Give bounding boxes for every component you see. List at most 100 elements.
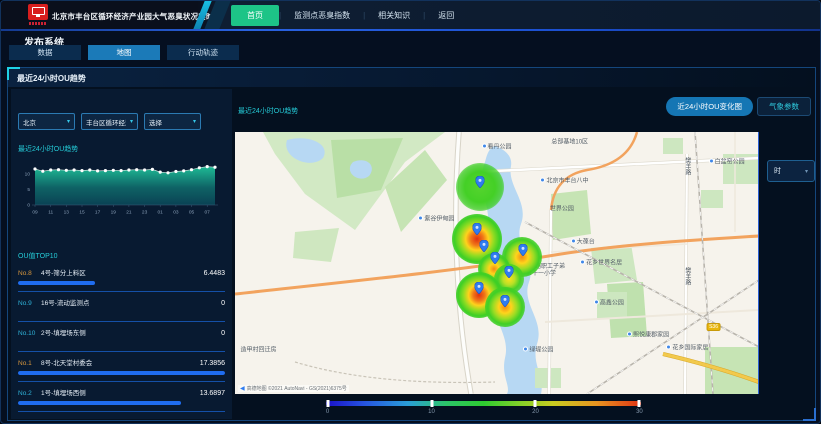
- nav-tab-3[interactable]: 相关知识: [365, 5, 423, 26]
- map-pin-icon[interactable]: [474, 281, 483, 293]
- top-list-item[interactable]: No.2 1号-填埋场西侧 13.6897: [18, 382, 225, 412]
- top-list-rank: No.8: [18, 270, 37, 277]
- screen: 北京市丰台区循环经济产业园大气恶臭状况实时 首页|监测点恶臭指数|相关知识|返回…: [0, 0, 821, 424]
- time-unit-value: 时: [774, 166, 781, 176]
- map-place-label: 看丹公园: [481, 142, 511, 151]
- top-list-item[interactable]: No.916号-流动监测点0: [18, 292, 225, 322]
- poi-icon: [580, 259, 585, 264]
- top-list-bar: [18, 281, 225, 285]
- map-pin-icon[interactable]: [472, 222, 481, 234]
- svg-text:11: 11: [48, 210, 53, 216]
- top-list-bar-fill: [18, 281, 95, 285]
- map-place-label: 大葆台: [571, 236, 595, 245]
- city-select[interactable]: 北京▾: [18, 113, 75, 130]
- top-list-item[interactable]: No.84号-筛分上料区6.4483: [18, 262, 225, 292]
- point-select[interactable]: 选择▾: [144, 113, 201, 130]
- map-pin-icon[interactable]: [475, 175, 484, 187]
- city-select-value: 北京: [23, 117, 36, 127]
- scale-tick-label: 20: [532, 409, 539, 415]
- top-list-value: 13.6897: [200, 390, 225, 397]
- map-place-label: 花乡国际家居: [666, 342, 708, 351]
- panel-corner-accent-br: [803, 408, 816, 421]
- nav-tab-2[interactable]: 监测点恶臭指数: [281, 5, 363, 26]
- map-place-label: 樊羊路: [683, 157, 692, 175]
- nav-tab-4[interactable]: 返回: [425, 5, 467, 26]
- poi-icon: [571, 238, 576, 243]
- map-pin-icon[interactable]: [480, 239, 489, 251]
- map-place-label: 樊羊路: [683, 267, 692, 285]
- nav-tab-1[interactable]: 首页: [231, 5, 279, 26]
- map-buttons: 近24小时OU变化图气象参数: [666, 97, 811, 116]
- chevron-down-icon: ▾: [193, 118, 196, 125]
- scale-tick-label: 0: [326, 409, 329, 415]
- filter-row: 北京▾丰台区循环经济产▾选择▾: [18, 113, 201, 130]
- app-logo-caption: [29, 22, 47, 25]
- sidebar: 北京▾丰台区循环经济产▾选择▾ 最近24小时OU趋势 0510091113151…: [11, 89, 232, 419]
- top-list-item-head: No.18号-北天堂村委会17.3856: [18, 357, 225, 367]
- top-list-title: OU值TOP10: [18, 251, 58, 261]
- mode-buttons: 数据地图行动轨迹: [9, 45, 239, 60]
- top-list-value: 0: [221, 300, 225, 307]
- map[interactable]: 总部基地10区看丹公园白盆窑公园北京市丰台八中世界公园紫谷伊甸园大葆台花乡世界名…: [235, 132, 759, 394]
- top-list-value: 0: [221, 330, 225, 337]
- map-pin-icon[interactable]: [518, 243, 527, 255]
- heat-scale: 0 10 20 30: [326, 401, 641, 417]
- mode-button-2[interactable]: 地图: [88, 45, 160, 60]
- mode-button-3[interactable]: 行动轨迹: [167, 45, 239, 60]
- top-list-rank: No.2: [18, 390, 37, 397]
- poi-icon: [666, 344, 671, 349]
- park-select[interactable]: 丰台区循环经济产▾: [81, 113, 138, 130]
- top-list-item-head: No.916号-流动监测点0: [18, 297, 225, 307]
- map-place-label: 造甲村回迁房: [241, 345, 277, 354]
- svg-text:01: 01: [158, 210, 164, 216]
- top-list-name: 1号-填埋场西侧: [41, 387, 196, 397]
- top-list-rank: No.9: [18, 300, 37, 307]
- top-list-item[interactable]: No.18号-北天堂村委会17.3856: [18, 352, 225, 382]
- top-list-item[interactable]: No.10 2号-填埋场东侧 0: [18, 322, 225, 352]
- svg-text:09: 09: [32, 210, 38, 216]
- top-list-item-head: No.2 1号-填埋场西侧 13.6897: [18, 387, 225, 397]
- time-unit-select[interactable]: 时 ▾: [767, 160, 815, 182]
- poi-icon: [481, 144, 486, 149]
- map-place-label: S36: [706, 323, 721, 331]
- svg-text:19: 19: [111, 210, 117, 216]
- map-place-label: 紫谷伊甸园: [418, 214, 454, 223]
- main-panel: 最近24小时OU趋势 北京▾丰台区循环经济产▾选择▾ 最近24小时OU趋势 05…: [7, 67, 816, 421]
- map-pin-icon[interactable]: [491, 251, 500, 263]
- heat-scale-bar: [326, 401, 641, 406]
- top-list-rank: No.10: [18, 330, 37, 337]
- svg-text:17: 17: [95, 210, 101, 216]
- map-place-label: 熙悦康郡家园: [627, 329, 669, 338]
- map-place-label: 北京市丰台八中: [540, 176, 588, 185]
- map-attribution-text: 高德地图 ©2021 AutoNavi - GS(2021)6375号: [247, 385, 347, 392]
- scale-tick-label: 10: [428, 409, 435, 415]
- map-button-1[interactable]: 近24小时OU变化图: [666, 97, 753, 116]
- map-button-2[interactable]: 气象参数: [757, 97, 811, 116]
- map-pin-icon[interactable]: [501, 294, 510, 306]
- top-list: No.84号-筛分上料区6.4483No.916号-流动监测点0No.102号-…: [18, 262, 225, 412]
- poi-icon: [540, 178, 545, 183]
- map-place-label: 绿堤公园: [523, 345, 553, 354]
- autonavi-logo-icon: ◀: [240, 385, 245, 392]
- scale-tick-marker: [638, 400, 641, 407]
- svg-text:13: 13: [64, 210, 70, 216]
- map-place-label: 花乡世界名居: [580, 257, 622, 266]
- map-place-label: 白盆窑公园: [709, 156, 745, 165]
- top-nav: 首页|监测点恶臭指数|相关知识|返回: [231, 1, 467, 29]
- mode-button-1[interactable]: 数据: [9, 45, 81, 60]
- svg-text:10: 10: [25, 172, 31, 178]
- map-section-label: 最近24小时OU趋势: [238, 106, 298, 116]
- app-logo-icon: [28, 4, 48, 20]
- scale-tick-label: 30: [636, 409, 643, 415]
- map-place-label: 高鑫公园: [594, 298, 624, 307]
- top-list-name: 4号-筛分上料区: [41, 267, 200, 277]
- top-list-value: 17.3856: [200, 360, 225, 367]
- poi-icon: [523, 347, 528, 352]
- svg-text:15: 15: [79, 210, 85, 216]
- map-place-label: 总部基地10区: [551, 137, 588, 146]
- top-list-name: 8号-北天堂村委会: [41, 357, 196, 367]
- poi-icon: [709, 158, 714, 163]
- top-list-name: 2号-填埋场东侧: [41, 327, 217, 337]
- map-pin-icon[interactable]: [504, 265, 513, 277]
- trend-chart: 0510091113151719212301030507: [19, 157, 225, 223]
